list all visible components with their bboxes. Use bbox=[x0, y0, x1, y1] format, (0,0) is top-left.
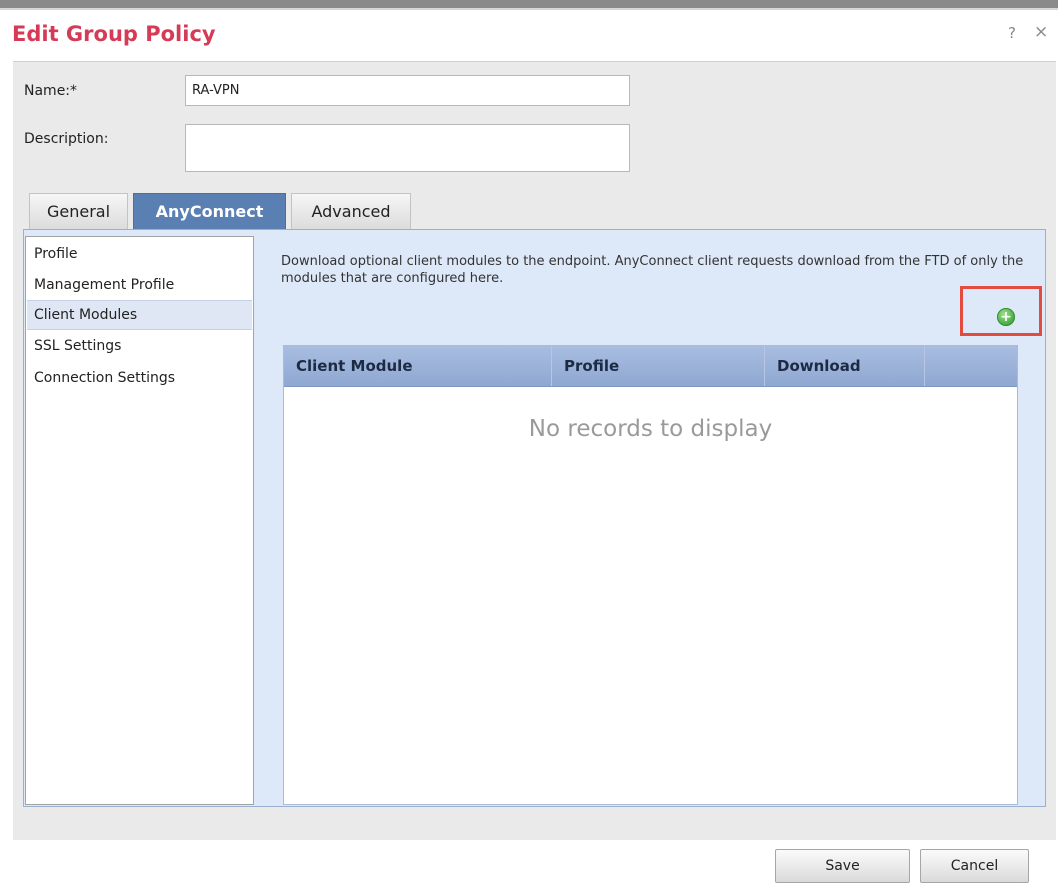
description-field[interactable] bbox=[185, 124, 630, 172]
column-header-profile[interactable]: Profile bbox=[552, 346, 765, 386]
sidebar-item-connection-settings[interactable]: Connection Settings bbox=[27, 363, 252, 393]
cancel-button[interactable]: Cancel bbox=[920, 849, 1029, 883]
sidebar-item-ssl-settings[interactable]: SSL Settings bbox=[27, 331, 252, 361]
tab-advanced[interactable]: Advanced bbox=[291, 193, 411, 229]
column-header-actions bbox=[925, 346, 1017, 386]
column-header-client-module[interactable]: Client Module bbox=[284, 346, 552, 386]
tab-general[interactable]: General bbox=[29, 193, 128, 229]
top-border bbox=[0, 0, 1058, 8]
name-field[interactable] bbox=[185, 75, 630, 106]
sidebar: Profile Management Profile Client Module… bbox=[25, 236, 254, 805]
description-label: Description: bbox=[24, 131, 109, 147]
dialog-title: Edit Group Policy bbox=[12, 22, 216, 46]
close-icon[interactable]: × bbox=[1034, 22, 1048, 42]
add-circle-icon[interactable]: + bbox=[997, 308, 1015, 326]
top-border-shadow bbox=[0, 8, 1058, 10]
sidebar-item-client-modules[interactable]: Client Modules bbox=[27, 300, 252, 330]
section-description: Download optional client modules to the … bbox=[281, 254, 1024, 286]
column-header-download[interactable]: Download bbox=[765, 346, 925, 386]
name-label: Name:* bbox=[24, 83, 78, 99]
sidebar-item-profile[interactable]: Profile bbox=[27, 239, 252, 269]
save-button[interactable]: Save bbox=[775, 849, 910, 883]
table-header: Client Module Profile Download bbox=[284, 346, 1017, 387]
sidebar-item-management-profile[interactable]: Management Profile bbox=[27, 270, 252, 300]
client-modules-table: Client Module Profile Download No record… bbox=[283, 345, 1018, 805]
help-icon[interactable]: ? bbox=[1008, 24, 1016, 42]
empty-table-message: No records to display bbox=[528, 416, 773, 442]
tab-anyconnect[interactable]: AnyConnect bbox=[133, 193, 286, 229]
